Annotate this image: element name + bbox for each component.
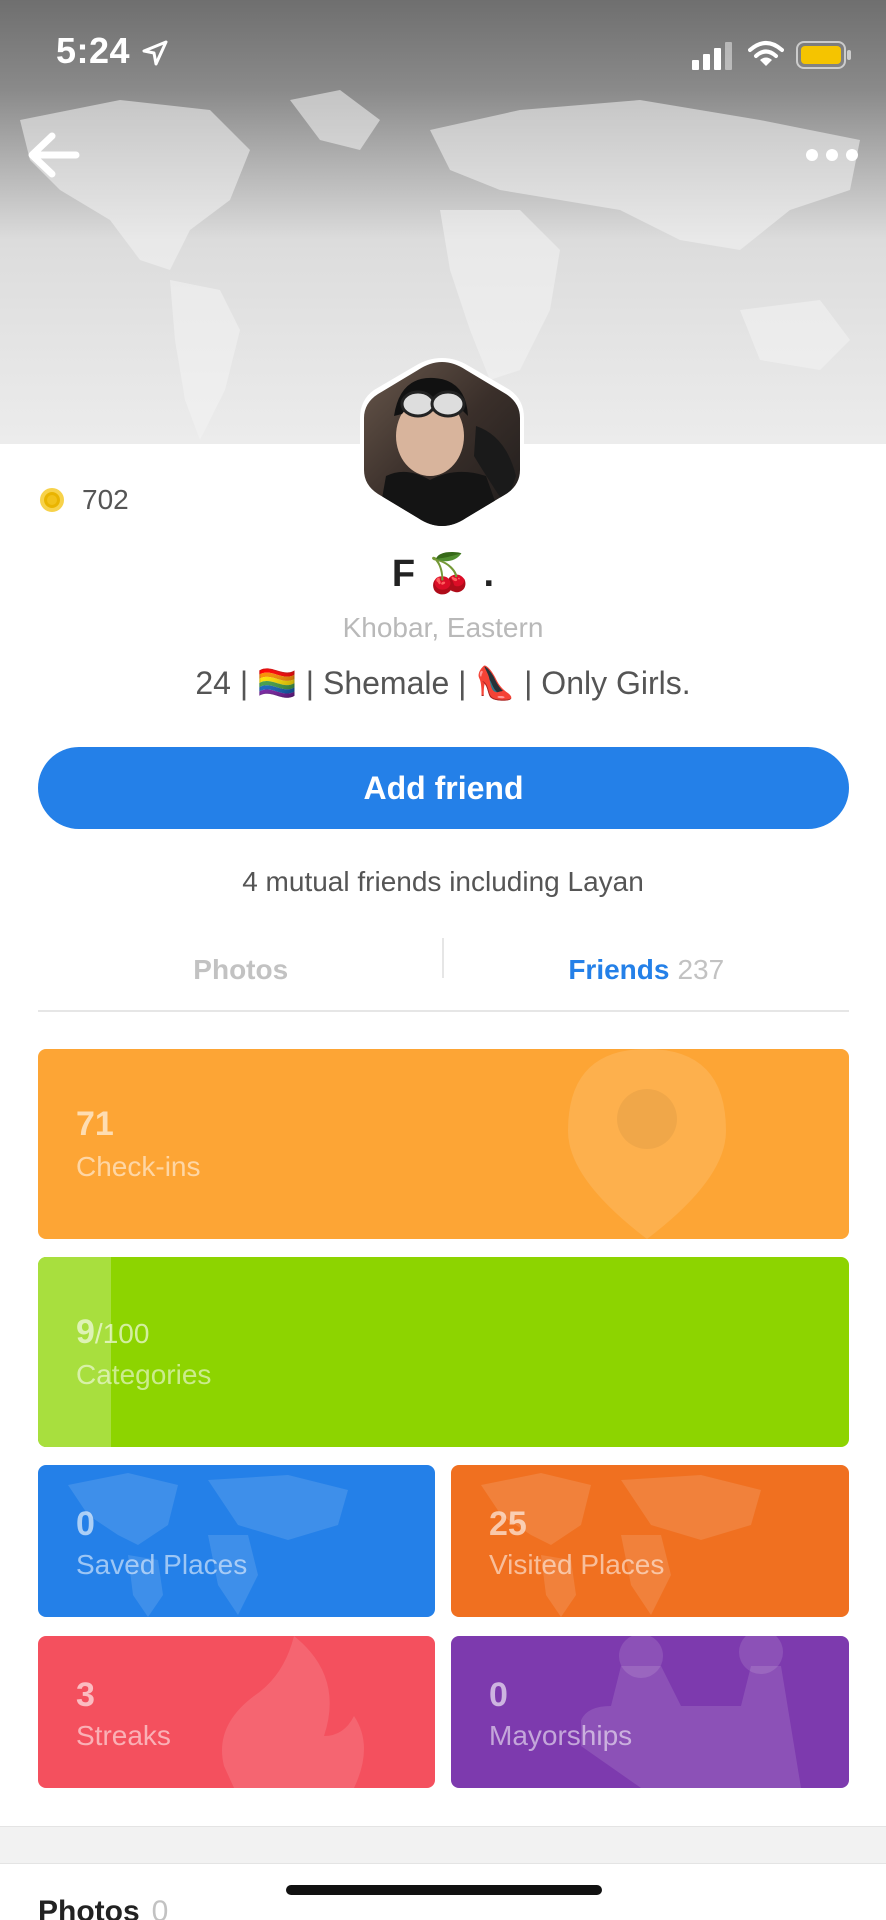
crown-icon	[581, 1636, 801, 1788]
visited-places-card[interactable]: 25 Visited Places	[451, 1465, 849, 1617]
photos-heading-label: Photos	[38, 1895, 140, 1920]
saved-places-label: Saved Places	[76, 1549, 248, 1580]
mutual-friends-text[interactable]: 4 mutual friends including Layan	[0, 866, 886, 898]
location-arrow-icon	[142, 40, 168, 66]
coins-counter[interactable]: 702	[40, 480, 129, 520]
photos-heading-count: 0	[151, 1895, 169, 1920]
wifi-icon	[748, 41, 784, 66]
streaks-value: 3	[76, 1676, 95, 1714]
saved-places-card[interactable]: 0 Saved Places	[38, 1465, 435, 1617]
saved-places-value: 0	[76, 1505, 95, 1543]
tab-friends-label: Friends	[568, 954, 670, 985]
tab-friends-count: 237	[677, 954, 725, 985]
more-horizontal-icon[interactable]	[802, 140, 862, 170]
checkins-card[interactable]: 71 Check-ins	[38, 1049, 849, 1239]
profile-tabs: Photos Friends 237	[38, 930, 849, 1012]
streaks-label: Streaks	[76, 1720, 171, 1751]
coins-value: 702	[82, 484, 129, 515]
tab-photos-label: Photos	[193, 954, 289, 985]
add-friend-button[interactable]: Add friend	[38, 747, 849, 829]
status-bar: 5:24	[0, 0, 886, 110]
coin-icon	[40, 488, 64, 512]
categories-card[interactable]: 9/100 Categories	[38, 1257, 849, 1447]
profile-location: Khobar, Eastern	[342, 612, 544, 643]
visited-places-label: Visited Places	[489, 1549, 665, 1580]
world-map-icon	[68, 1473, 348, 1617]
mayorships-card[interactable]: 0 Mayorships	[451, 1636, 849, 1788]
back-arrow-icon[interactable]	[26, 130, 80, 180]
mayorships-label: Mayorships	[489, 1720, 633, 1751]
visited-places-value: 25	[489, 1505, 527, 1543]
tab-friends[interactable]: Friends 237	[444, 930, 850, 1010]
tab-divider	[442, 938, 444, 978]
avatar[interactable]	[356, 356, 528, 532]
streaks-card[interactable]: 3 Streaks	[38, 1636, 435, 1788]
checkins-value: 71	[76, 1105, 114, 1143]
cellular-signal-icon	[692, 42, 732, 70]
battery-icon	[796, 41, 851, 69]
categories-total: /100	[94, 1318, 150, 1349]
profile-bio: 24 | 🏳️‍🌈 | Shemale | 👠 | Only Girls.	[195, 665, 691, 701]
checkins-label: Check-ins	[76, 1151, 201, 1182]
home-indicator[interactable]	[286, 1885, 602, 1895]
mayorships-value: 0	[489, 1676, 508, 1714]
profile-name: F 🍒 .	[391, 553, 495, 595]
categories-count: 9	[76, 1313, 95, 1351]
tab-photos[interactable]: Photos	[38, 930, 444, 1010]
status-time: 5:24	[56, 30, 131, 71]
categories-progress-bar	[38, 1257, 111, 1447]
flame-icon	[222, 1636, 364, 1788]
categories-value: 9/100	[76, 1313, 149, 1352]
photos-section-heading[interactable]: Photos 0	[38, 1895, 168, 1920]
section-divider	[0, 1826, 886, 1864]
categories-label: Categories	[76, 1359, 212, 1390]
map-pin-icon	[568, 1049, 726, 1239]
